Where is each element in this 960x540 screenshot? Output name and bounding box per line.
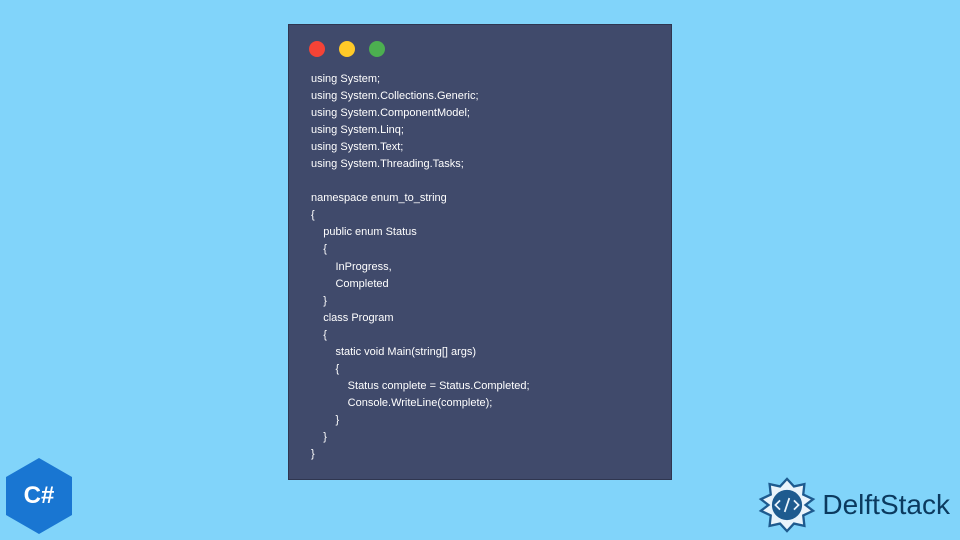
csharp-badge: C# (6, 458, 72, 534)
delftstack-logo: DelftStack (758, 476, 950, 534)
window-controls (289, 25, 671, 67)
close-icon (309, 41, 325, 57)
delftstack-label: DelftStack (822, 489, 950, 521)
maximize-icon (369, 41, 385, 57)
csharp-label: C# (24, 482, 55, 510)
code-window: using System; using System.Collections.G… (288, 24, 672, 480)
hexagon-icon: C# (6, 458, 72, 534)
code-block: using System; using System.Collections.G… (289, 67, 671, 481)
minimize-icon (339, 41, 355, 57)
gear-flower-icon (758, 476, 816, 534)
